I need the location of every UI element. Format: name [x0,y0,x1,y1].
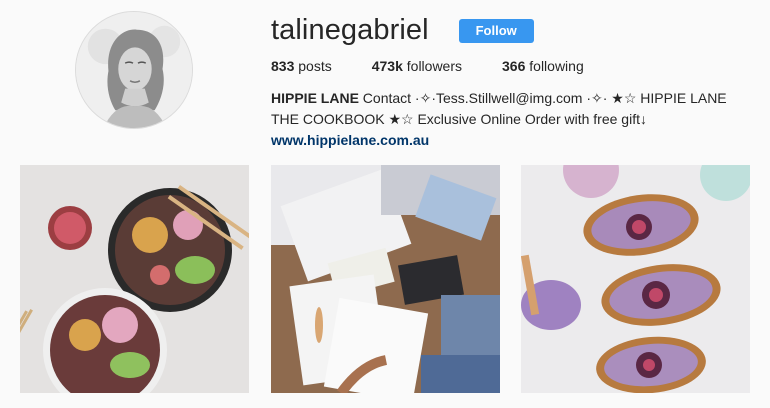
cookbook-flatlay-photo-icon [271,165,500,393]
profile-avatar[interactable] [75,11,193,129]
following-count: 366 [502,58,526,74]
post-thumbnail[interactable] [271,165,500,393]
bio-name: HIPPIE LANE [271,90,359,106]
post-grid [20,165,750,395]
following-label: following [529,58,584,74]
followers-count: 473k [371,58,403,74]
profile-bio: HIPPIE LANE Contact ·✧·Tess.Stillwell@im… [271,88,751,151]
username: talinegabriel [271,14,429,46]
post-thumbnail[interactable] [20,165,249,393]
posts-stat: 833 posts [271,58,332,74]
profile-photo-icon [76,12,192,128]
posts-label: posts [298,58,332,74]
posts-count: 833 [271,58,295,74]
followers-label: followers [406,58,463,74]
profile-stats: 833 posts 473k followers 366 following [271,58,624,74]
food-bowls-photo-icon [20,165,249,393]
name-row: talinegabriel Follow [271,14,534,47]
following-stat[interactable]: 366 following [502,58,584,74]
bio-link[interactable]: www.hippielane.com.au [271,132,429,148]
follow-button[interactable]: Follow [458,18,534,43]
post-thumbnail[interactable] [521,165,750,393]
fig-toast-photo-icon [521,165,750,393]
followers-stat[interactable]: 473k followers [372,58,462,74]
